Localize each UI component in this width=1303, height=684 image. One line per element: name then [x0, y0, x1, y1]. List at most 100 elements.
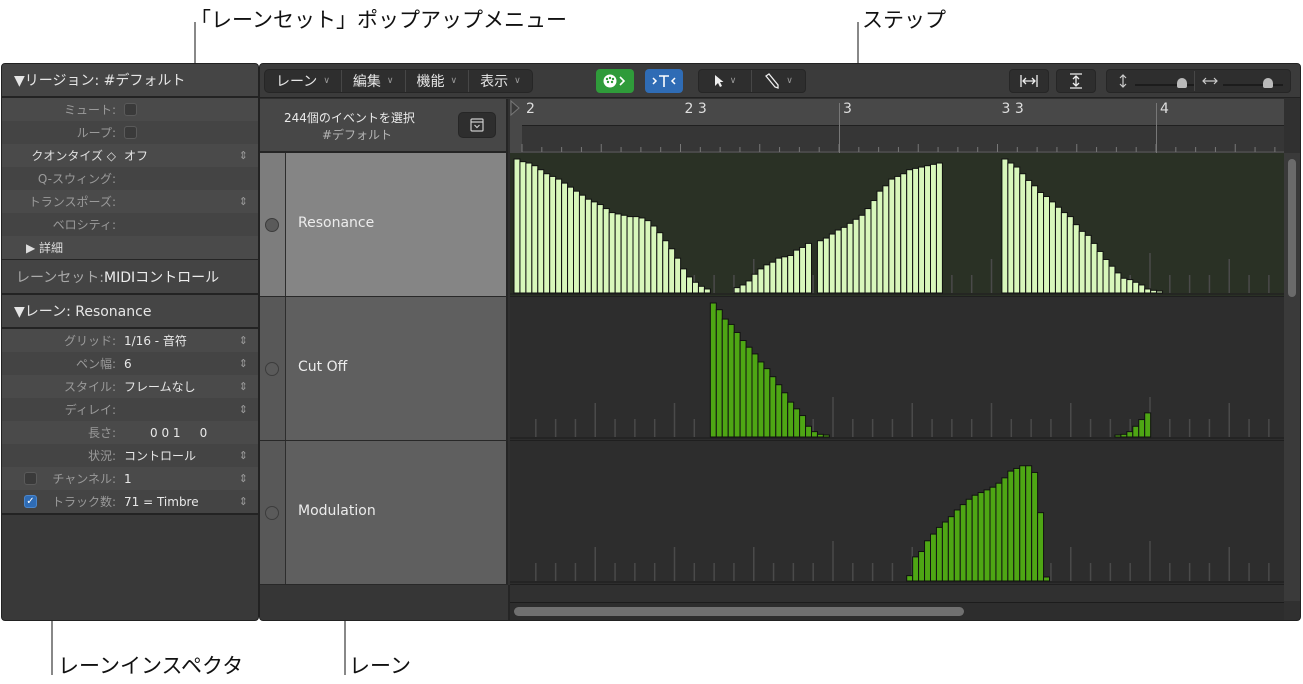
step-bar[interactable] — [757, 268, 765, 294]
step-bar[interactable] — [703, 288, 711, 294]
step-bar[interactable] — [1096, 250, 1104, 294]
vertical-scroll-thumb[interactable] — [1288, 159, 1296, 297]
step-bar[interactable] — [924, 165, 931, 294]
lane-param-row[interactable]: ディレイ: ⇕ — [2, 398, 258, 421]
lane-area[interactable] — [510, 441, 1284, 585]
step-bar[interactable] — [793, 249, 801, 294]
step-bar[interactable] — [1007, 470, 1015, 582]
step-bar[interactable] — [1072, 224, 1080, 294]
step-bar[interactable] — [822, 434, 830, 438]
step-bar[interactable] — [1084, 234, 1092, 294]
step-bar[interactable] — [965, 498, 973, 582]
lane-param-row[interactable]: グリッド: 1/16 - 音符 ⇕ — [2, 329, 258, 352]
fit-vertical-button[interactable] — [1056, 69, 1096, 93]
step-bar[interactable] — [549, 175, 557, 294]
step-bar[interactable] — [924, 540, 931, 582]
region-param-row[interactable]: ベロシティ: — [2, 213, 258, 236]
menu-functions[interactable]: 機能 ∨ — [406, 70, 470, 92]
step-bar[interactable] — [1054, 206, 1062, 294]
step-bar[interactable] — [793, 408, 801, 438]
step-bar[interactable] — [953, 509, 961, 582]
slider-thumb[interactable] — [1263, 78, 1273, 88]
step-bar[interactable] — [721, 318, 729, 438]
step-bar[interactable] — [822, 237, 830, 294]
step-bar[interactable] — [733, 287, 741, 294]
laneset-popup[interactable]: レーンセット: MIDIコントロール — [2, 259, 258, 295]
step-bar[interactable] — [513, 158, 521, 294]
step-bar[interactable] — [1132, 425, 1140, 438]
step-bar[interactable] — [846, 222, 854, 294]
horizontal-scrollbar[interactable] — [510, 602, 1284, 620]
step-bar[interactable] — [1144, 288, 1152, 294]
step-bar[interactable] — [745, 280, 753, 294]
step-bar[interactable] — [769, 261, 777, 294]
step-bar[interactable] — [882, 185, 890, 294]
step-bar[interactable] — [656, 232, 664, 294]
step-bar[interactable] — [590, 201, 598, 294]
step-bar[interactable] — [751, 353, 759, 438]
step-bar[interactable] — [941, 521, 949, 582]
step-bar[interactable] — [935, 526, 943, 582]
step-bar[interactable] — [1001, 158, 1009, 294]
step-bar[interactable] — [894, 175, 902, 294]
step-bar[interactable] — [519, 161, 527, 294]
stepper-icon[interactable]: ⇕ — [239, 380, 248, 393]
step-bar[interactable] — [561, 182, 569, 294]
step-bar[interactable] — [775, 384, 783, 438]
step-bar[interactable] — [1019, 465, 1027, 582]
step-bar[interactable] — [739, 284, 747, 294]
step-bar[interactable] — [1138, 419, 1146, 438]
step-bar[interactable] — [674, 257, 682, 294]
step-bar[interactable] — [852, 218, 860, 294]
step-bar[interactable] — [1037, 512, 1045, 582]
step-bar[interactable] — [1043, 196, 1050, 294]
step-bar[interactable] — [1001, 477, 1009, 582]
step-bar[interactable] — [912, 167, 920, 294]
lane-header-resonance[interactable]: Resonance — [260, 153, 508, 297]
lane-inspector-header[interactable]: ▼レーン: Resonance — [2, 295, 258, 329]
stepper-icon[interactable]: ⇕ — [239, 403, 248, 416]
step-bar[interactable] — [1013, 166, 1021, 294]
step-bar[interactable] — [537, 169, 545, 294]
lane-param-row[interactable]: ペン幅: 6 ⇕ — [2, 352, 258, 375]
step-bar[interactable] — [1037, 192, 1045, 294]
vertical-scrollbar[interactable] — [1284, 153, 1300, 601]
step-bar[interactable] — [840, 226, 848, 294]
step-bar[interactable] — [864, 208, 872, 294]
region-param-row[interactable]: ループ: — [2, 121, 258, 144]
midi-in-button[interactable] — [596, 69, 634, 93]
step-bar[interactable] — [632, 216, 640, 294]
enable-checkbox[interactable] — [24, 472, 37, 485]
step-bar[interactable] — [781, 256, 789, 294]
collapse-button[interactable] — [458, 112, 496, 138]
region-param-checkbox[interactable] — [124, 103, 137, 116]
step-bar[interactable] — [799, 415, 807, 438]
step-bar[interactable] — [930, 163, 937, 294]
lane-mute-dot[interactable] — [265, 506, 279, 520]
step-bar[interactable] — [584, 198, 592, 294]
ruler[interactable]: 2 2 3 3 3 3 4 — [510, 99, 1284, 153]
lane-header-cut-off[interactable]: Cut Off — [260, 297, 508, 441]
step-bar[interactable] — [709, 302, 717, 438]
step-bar[interactable] — [1144, 412, 1152, 438]
step-bar[interactable] — [1120, 433, 1128, 438]
enable-checkbox[interactable]: ✓ — [24, 495, 37, 508]
step-bar[interactable] — [626, 216, 634, 294]
step-bar[interactable] — [1066, 216, 1074, 294]
step-bar[interactable] — [959, 504, 967, 582]
horizontal-scroll-thumb[interactable] — [514, 607, 964, 616]
lane-param-row[interactable]: ✓ トラック数: 71 = Timbre ⇕ — [2, 490, 258, 513]
step-bar[interactable] — [977, 492, 985, 582]
menu-view[interactable]: 表示 ∨ — [469, 70, 532, 92]
step-bar[interactable] — [1132, 281, 1140, 294]
step-bar[interactable] — [686, 276, 694, 294]
region-param-row[interactable]: Q-スウィング: — [2, 167, 258, 190]
menu-lane[interactable]: レーン ∨ — [265, 70, 342, 92]
step-bar[interactable] — [816, 240, 824, 294]
fit-horizontal-button[interactable] — [1009, 69, 1049, 93]
step-bar[interactable] — [1013, 467, 1021, 582]
step-bar[interactable] — [1114, 272, 1122, 294]
step-bar[interactable] — [858, 214, 866, 294]
step-bar[interactable] — [805, 242, 812, 294]
step-bar[interactable] — [983, 489, 991, 582]
